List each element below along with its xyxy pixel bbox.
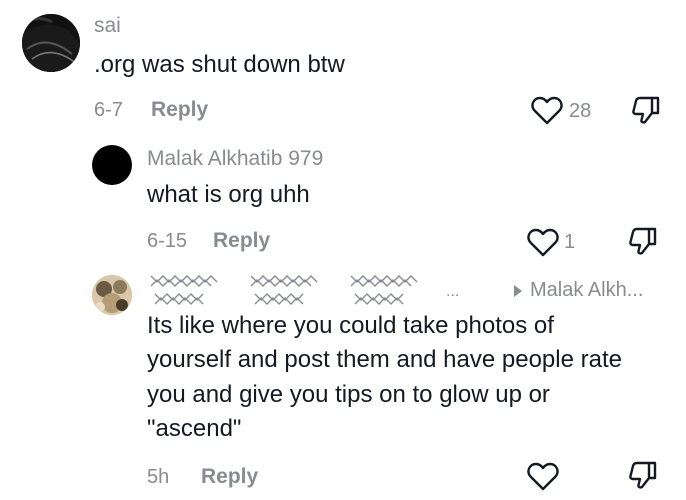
avatar-image <box>92 275 132 315</box>
avatar[interactable] <box>92 145 132 185</box>
avatar-image <box>22 14 80 72</box>
comment-timestamp: 6-7 <box>94 99 123 121</box>
comment-text: .org was shut down btw <box>94 51 345 78</box>
thumbs-down-outline-icon[interactable] <box>627 459 659 491</box>
comment-timestamp: 6-15 <box>147 230 188 252</box>
username-ellipsis: ... <box>446 283 460 300</box>
reply-to-username[interactable]: Malak Alkh... <box>530 279 643 302</box>
comment-username[interactable]: sai <box>94 14 121 38</box>
reply-button[interactable]: Reply <box>213 229 270 253</box>
comment-text-line: yourself and post them and have people r… <box>147 346 622 373</box>
play-triangle-icon <box>513 284 523 303</box>
avatar[interactable] <box>22 14 80 72</box>
comment-text-line: you and give you tips on to glow up or <box>147 381 550 408</box>
comment-text-line: Its like where you could take photos of <box>147 312 554 339</box>
thumbs-down-outline-icon[interactable] <box>627 225 659 257</box>
comment-timestamp: 5h <box>147 466 170 488</box>
thumbs-down-outline-icon[interactable] <box>630 94 662 126</box>
like-count: 1 <box>564 231 576 253</box>
reply-button[interactable]: Reply <box>151 98 208 122</box>
like-count: 28 <box>569 100 592 122</box>
avatar[interactable] <box>92 275 132 315</box>
heart-outline-icon[interactable] <box>527 461 559 491</box>
heart-outline-icon[interactable] <box>531 95 563 125</box>
comment-username[interactable]: Malak Alkhatib 979 <box>147 147 323 171</box>
comment-text: what is org uhh <box>147 181 310 208</box>
comment-text-line: "ascend" <box>147 415 242 442</box>
reply-button[interactable]: Reply <box>201 465 258 489</box>
username-decorative-glyphs[interactable] <box>147 270 447 311</box>
heart-outline-icon[interactable] <box>527 227 559 257</box>
